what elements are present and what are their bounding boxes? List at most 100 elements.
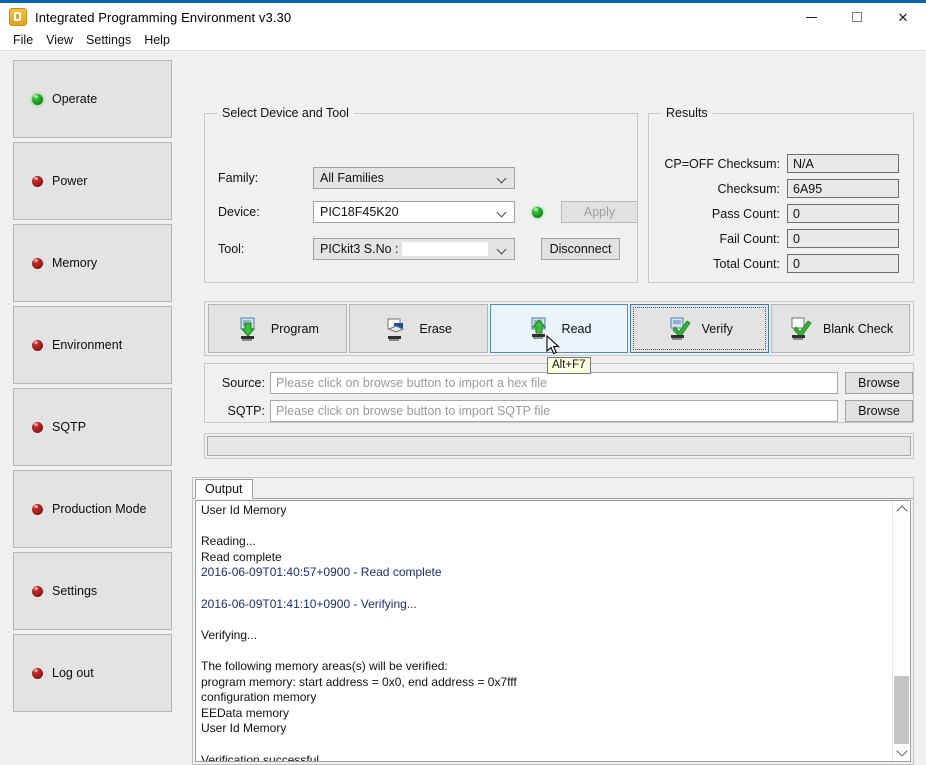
sidebar-item-settings[interactable]: Settings bbox=[13, 552, 172, 630]
output-log-line bbox=[201, 581, 892, 597]
tool-serial-redacted bbox=[401, 242, 488, 256]
result-value: 0 bbox=[787, 229, 899, 248]
sidebar-item-environment[interactable]: Environment bbox=[13, 306, 172, 384]
output-log-line: 2016-06-09T01:40:57+0900 - Read complete bbox=[201, 565, 442, 580]
menu-item-file[interactable]: File bbox=[7, 32, 40, 50]
output-tabstrip: Output bbox=[193, 478, 913, 499]
scroll-up-button[interactable] bbox=[893, 501, 910, 518]
chevron-down-icon bbox=[498, 246, 506, 251]
source-label: Source: bbox=[221, 376, 265, 390]
group-title: Results bbox=[661, 106, 713, 120]
output-log-line: User Id Memory bbox=[201, 721, 287, 736]
verify-button[interactable]: Verify bbox=[630, 304, 770, 353]
results-group: Results CP=OFF Checksum: N/A Checksum: 6… bbox=[648, 106, 914, 283]
output-body: User Id Memory Reading... Read complete 20… bbox=[195, 500, 911, 762]
progress-bar bbox=[207, 436, 911, 456]
sidebar-item-power[interactable]: Power bbox=[13, 142, 172, 220]
erase-icon bbox=[384, 317, 410, 341]
browse-label: Browse bbox=[858, 404, 900, 418]
family-label: Family: bbox=[218, 171, 259, 185]
family-value: All Families bbox=[320, 171, 384, 185]
maximize-button[interactable] bbox=[834, 3, 880, 31]
close-icon: ✕ bbox=[897, 9, 909, 25]
output-scrollbar[interactable] bbox=[892, 501, 910, 761]
output-log[interactable]: User Id Memory Reading... Read complete 20… bbox=[196, 501, 892, 761]
status-led-icon bbox=[32, 339, 43, 351]
result-label: Total Count: bbox=[713, 256, 780, 271]
progress-panel bbox=[204, 433, 914, 459]
read-button[interactable]: Read bbox=[489, 304, 629, 353]
status-led-icon bbox=[32, 257, 43, 269]
scroll-down-button[interactable] bbox=[893, 744, 910, 761]
menu-item-help[interactable]: Help bbox=[138, 32, 177, 50]
sqtp-input[interactable]: Please click on browse button to import … bbox=[270, 400, 838, 422]
sidebar: Operate Power Memory Environment SQTP Pr… bbox=[13, 60, 174, 716]
connection-status-led-icon bbox=[532, 206, 543, 218]
chevron-down-icon bbox=[498, 175, 506, 180]
output-log-line: EEData memory bbox=[201, 705, 290, 720]
sidebar-item-label: Operate bbox=[52, 92, 98, 106]
scroll-up-icon bbox=[895, 505, 908, 517]
menu-item-view[interactable]: View bbox=[40, 32, 80, 50]
tab-output[interactable]: Output bbox=[195, 479, 253, 499]
close-button[interactable]: ✕ bbox=[880, 3, 926, 31]
apply-button[interactable]: Apply bbox=[561, 201, 638, 223]
sidebar-item-memory[interactable]: Memory bbox=[13, 224, 172, 302]
source-input[interactable]: Please click on browse button to import … bbox=[270, 372, 838, 394]
sidebar-item-production-mode[interactable]: Production Mode bbox=[13, 470, 172, 548]
erase-button[interactable]: Erase bbox=[348, 304, 488, 353]
blank-check-label: Blank Check bbox=[822, 321, 894, 336]
menu-item-settings[interactable]: Settings bbox=[80, 32, 138, 50]
scrollbar-thumb[interactable] bbox=[894, 676, 909, 746]
sqtp-row: SQTP: Please click on browse button to i… bbox=[213, 400, 913, 422]
result-label: CP=OFF Checksum: bbox=[664, 156, 780, 171]
erase-label: Erase bbox=[419, 321, 453, 336]
disconnect-button[interactable]: Disconnect bbox=[541, 238, 620, 260]
result-row-checksum: Checksum: 6A95 bbox=[717, 179, 899, 198]
minimize-icon bbox=[805, 16, 817, 18]
verify-label: Verify bbox=[701, 321, 733, 336]
source-browse-button[interactable]: Browse bbox=[845, 372, 913, 394]
sqtp-browse-button[interactable]: Browse bbox=[845, 400, 913, 422]
sidebar-item-sqtp[interactable]: SQTP bbox=[13, 388, 172, 466]
tool-combobox[interactable]: PICkit3 S.No : bbox=[313, 238, 515, 260]
device-row: Device: PIC18F45K20 Apply bbox=[218, 201, 638, 223]
device-combobox[interactable]: PIC18F45K20 bbox=[313, 201, 515, 223]
result-label: Pass Count: bbox=[711, 206, 780, 221]
tool-value: PICkit3 S.No : bbox=[320, 242, 399, 256]
read-label: Read bbox=[561, 321, 592, 336]
result-row-fail-count: Fail Count: 0 bbox=[720, 229, 899, 248]
sidebar-item-operate[interactable]: Operate bbox=[13, 60, 172, 138]
read-upload-icon bbox=[527, 317, 553, 341]
status-led-icon bbox=[32, 175, 43, 187]
chevron-down-icon bbox=[498, 209, 506, 214]
window-title: Integrated Programming Environment v3.30 bbox=[35, 9, 292, 25]
blank-check-icon bbox=[788, 317, 814, 341]
output-log-line: The following memory areas(s) will be ve… bbox=[201, 658, 448, 673]
output-log-line: configuration memory bbox=[201, 690, 317, 705]
sidebar-item-log-out[interactable]: Log out bbox=[13, 634, 172, 712]
tooltip: Alt+F7 bbox=[547, 357, 591, 374]
output-log-line bbox=[201, 612, 892, 628]
device-label: Device: bbox=[218, 205, 260, 219]
status-led-icon bbox=[32, 667, 43, 679]
window-controls: ✕ bbox=[788, 3, 926, 31]
status-led-icon bbox=[32, 93, 43, 105]
menu-bar: File View Settings Help bbox=[0, 31, 926, 51]
action-button-bar: Program Erase Read Verify Blank Check bbox=[204, 301, 914, 356]
program-button[interactable]: Program bbox=[208, 304, 347, 353]
blank-check-button[interactable]: Blank Check bbox=[771, 304, 910, 353]
sidebar-item-label: Environment bbox=[52, 338, 123, 352]
verify-check-icon bbox=[667, 317, 693, 341]
source-placeholder: Please click on browse button to import … bbox=[276, 376, 547, 390]
minimize-button[interactable] bbox=[788, 3, 834, 31]
output-panel: Output User Id Memory Reading... Read com… bbox=[192, 477, 914, 765]
application-window: Integrated Programming Environment v3.30… bbox=[0, 0, 926, 765]
result-row-total-count: Total Count: 0 bbox=[713, 254, 899, 273]
result-row-pass-count: Pass Count: 0 bbox=[712, 204, 899, 223]
result-label: Fail Count: bbox=[719, 231, 780, 246]
family-combobox[interactable]: All Families bbox=[313, 167, 515, 189]
status-led-icon bbox=[32, 503, 43, 515]
sqtp-placeholder: Please click on browse button to import … bbox=[276, 404, 551, 418]
result-row-cp-off-checksum: CP=OFF Checksum: N/A bbox=[664, 154, 899, 173]
